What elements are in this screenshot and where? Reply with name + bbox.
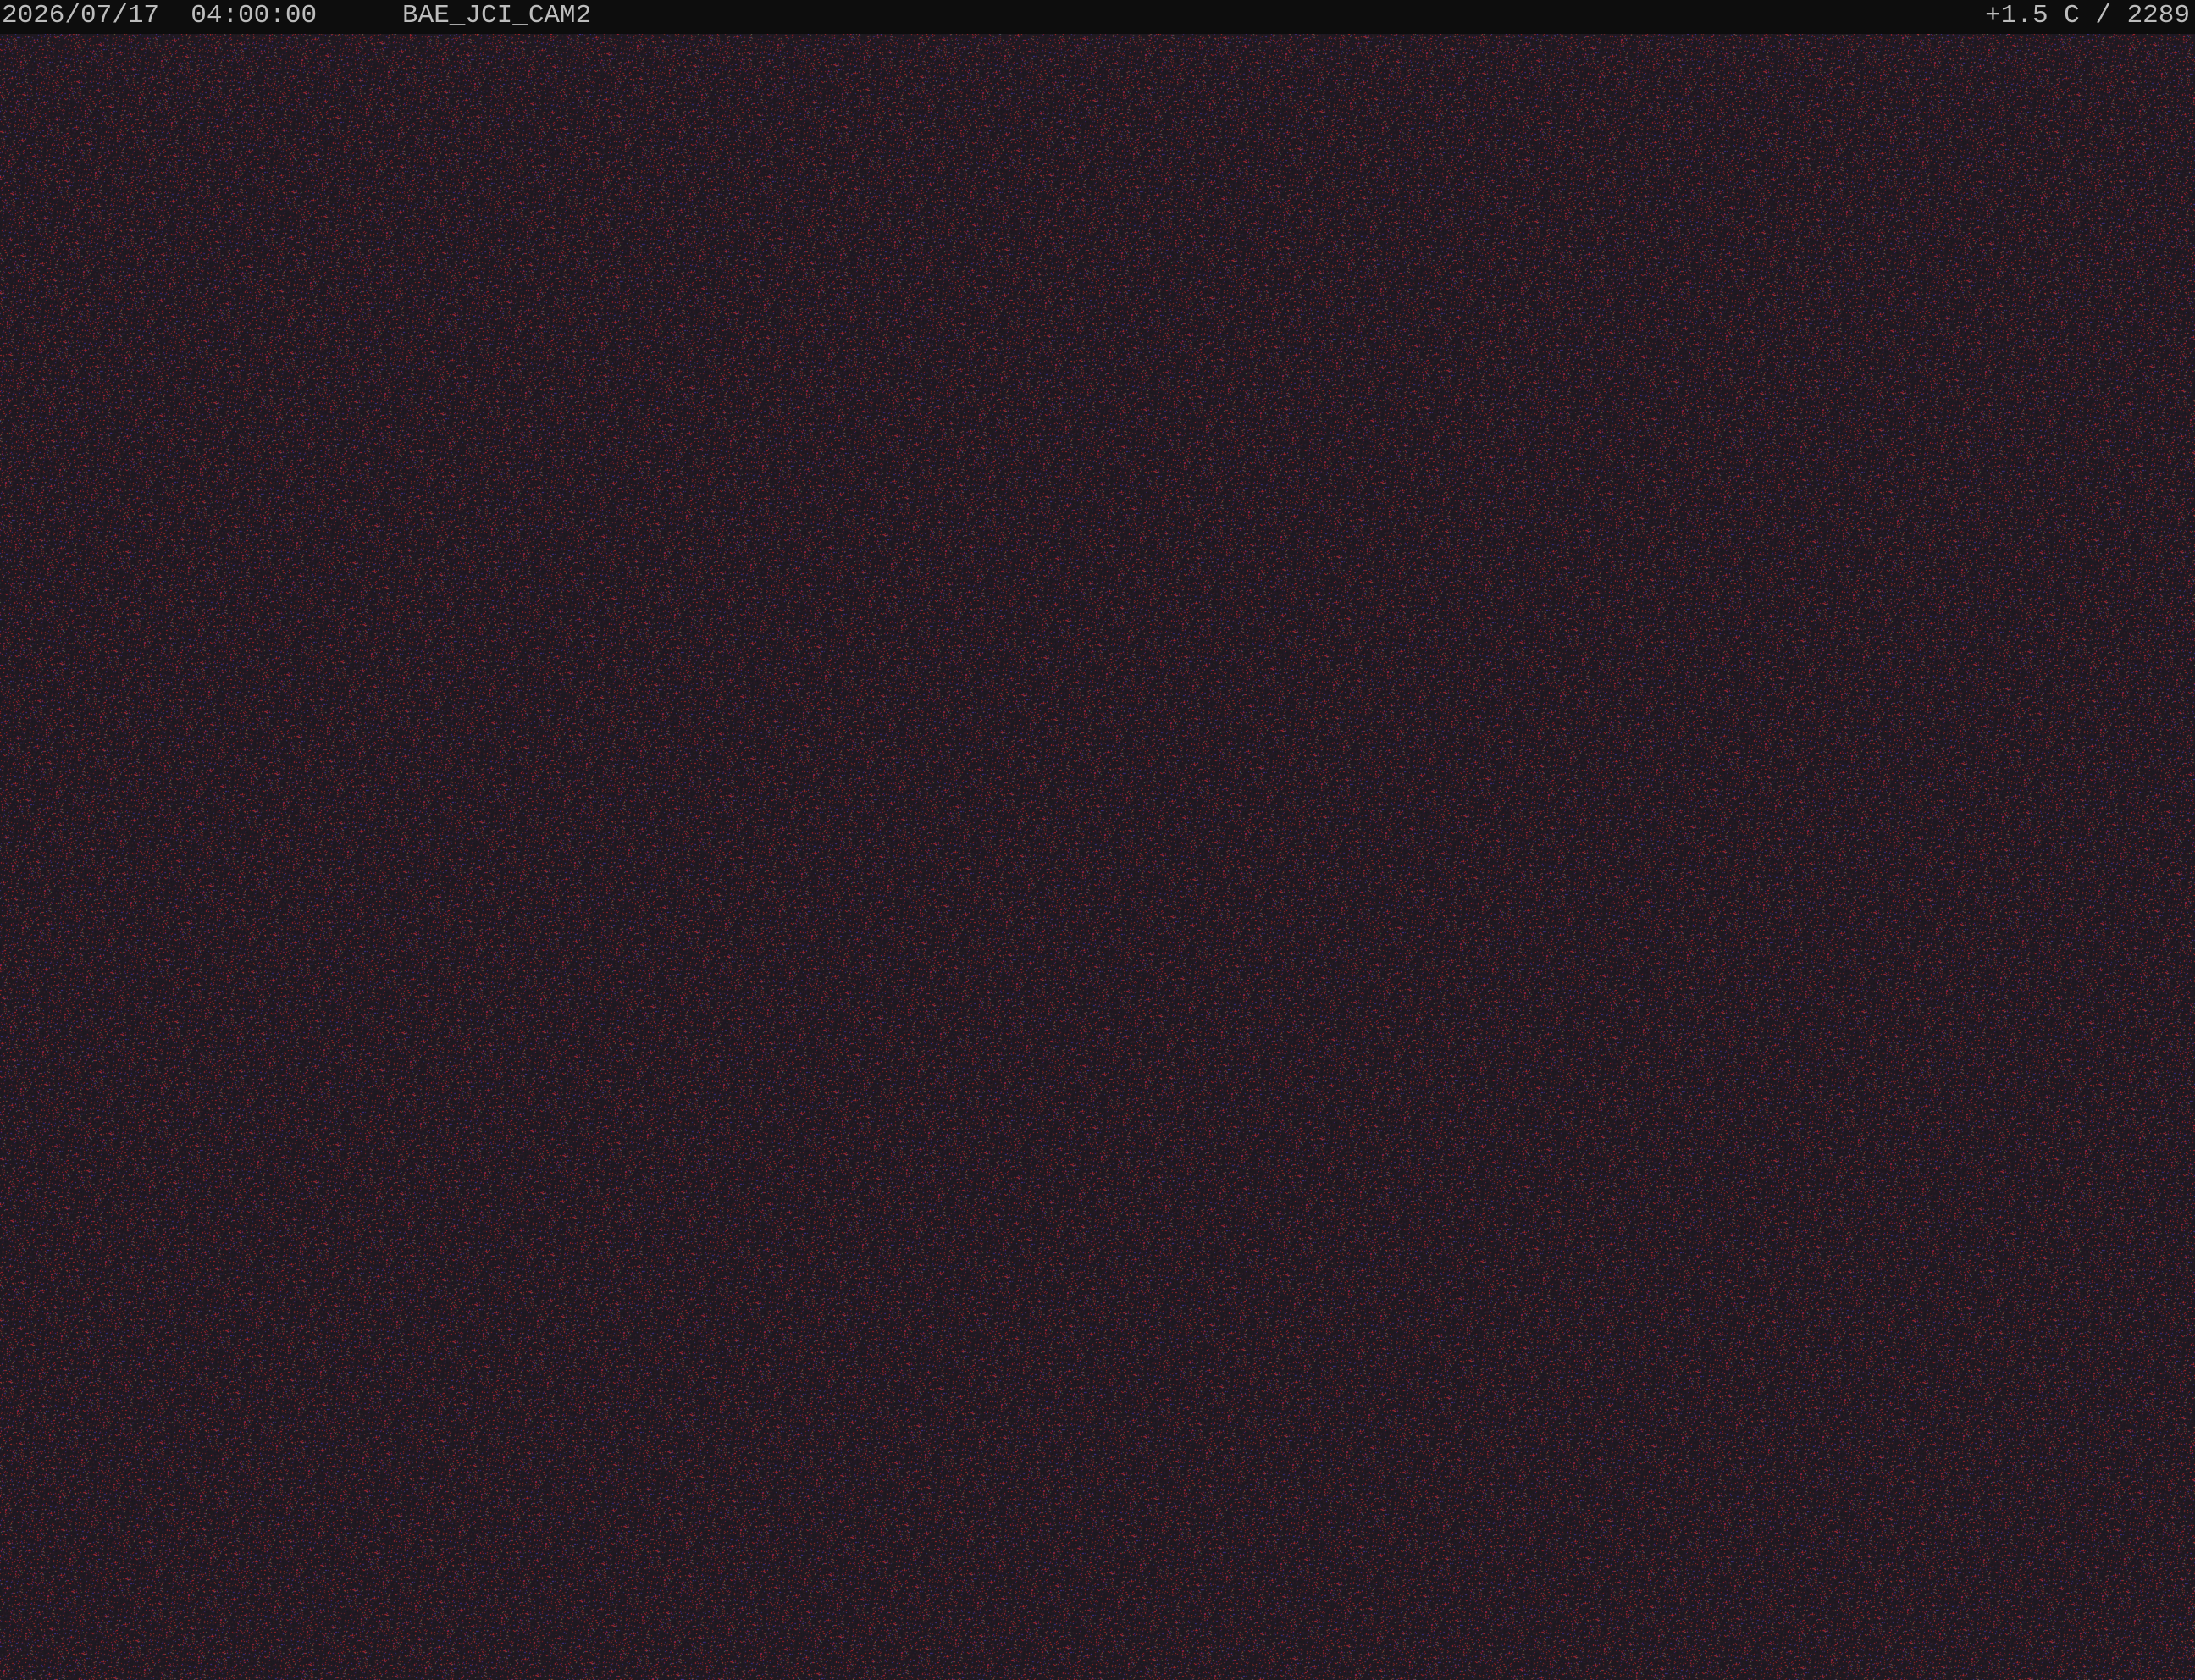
- temperature-altitude-label: +1.5 C / 2289: [1985, 1, 2190, 30]
- sensor-noise: [0, 34, 2195, 1680]
- altitude-text: 2289: [2126, 1, 2190, 30]
- time-text: 04:00:00: [191, 1, 318, 30]
- datetime-label: 2026/07/17 04:00:00: [2, 0, 317, 32]
- date-text: 2026/07/17: [2, 1, 160, 30]
- temperature-text: +1.5 C: [1985, 1, 2080, 30]
- camera-id-label: BAE_JCI_CAM2: [402, 1, 592, 30]
- timestamp-overlay-bar: 2026/07/17 04:00:00 BAE_JCI_CAM2 +1.5 C …: [0, 0, 2195, 34]
- webcam-frame: 2026/07/17 04:00:00 BAE_JCI_CAM2 +1.5 C …: [0, 0, 2195, 1680]
- night-sky-image: [0, 34, 2195, 1680]
